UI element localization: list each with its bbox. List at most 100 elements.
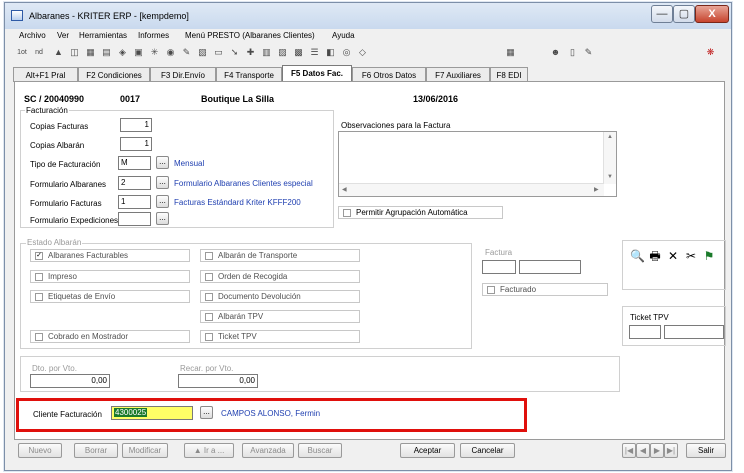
observaciones-hscrollbar[interactable]: ◀ ▶: [339, 183, 604, 196]
albaran-tpv-checkbox[interactable]: Albarán TPV: [200, 310, 360, 323]
ticket-tpv-box[interactable]: [205, 333, 213, 341]
cliente-facturacion-lookup-button[interactable]: ...: [200, 406, 213, 419]
recar-vto-input[interactable]: 0,00: [178, 374, 258, 388]
modificar-button[interactable]: Modificar: [122, 443, 168, 458]
title-bar[interactable]: Albaranes - KRITER ERP - [kempdemo] — ▢ …: [5, 3, 731, 29]
menu-herramientas[interactable]: Herramientas: [79, 31, 127, 40]
salir-button[interactable]: Salir: [686, 443, 726, 458]
albaran-transporte-box[interactable]: [205, 252, 213, 260]
impreso-box[interactable]: [35, 273, 43, 281]
toolbar-icon[interactable]: ✎: [181, 47, 192, 58]
ticket-tpv-checkbox[interactable]: Ticket TPV: [200, 330, 360, 343]
close-button[interactable]: X: [695, 5, 729, 23]
toolbar-nd-label[interactable]: nd: [33, 47, 45, 58]
cancelar-button[interactable]: Cancelar: [460, 443, 515, 458]
facturado-checkbox[interactable]: Facturado: [482, 283, 608, 296]
albaran-tpv-box[interactable]: [205, 313, 213, 321]
avanzada-button[interactable]: Avanzada: [242, 443, 294, 458]
tab-otros-datos[interactable]: F6 Otros Datos: [352, 67, 426, 82]
dto-vto-input[interactable]: 0,00: [30, 374, 110, 388]
prev-record-button[interactable]: ◀: [636, 443, 650, 458]
toolbar-icon[interactable]: ✚: [245, 47, 256, 58]
observaciones-vscrollbar[interactable]: ▲ ▼: [603, 132, 616, 184]
etiquetas-envio-box[interactable]: [35, 293, 43, 301]
tab-auxiliares[interactable]: F7 Auxiliares: [426, 67, 490, 82]
preview-icon[interactable]: 🔍: [630, 249, 645, 263]
toolbar-icon[interactable]: ▩: [293, 47, 304, 58]
cobrado-mostrador-box[interactable]: [35, 333, 43, 341]
ticket-tpv-numero-input[interactable]: [664, 325, 724, 339]
factura-serie-input[interactable]: [482, 260, 516, 274]
toolbar-icon[interactable]: ➘: [229, 47, 240, 58]
cliente-facturacion-input[interactable]: 4300025: [111, 406, 193, 420]
toolbar-icon[interactable]: ◇: [357, 47, 368, 58]
agrupacion-checkbox[interactable]: Permitir Agrupación Automática: [338, 206, 503, 219]
last-record-button[interactable]: ▶|: [664, 443, 678, 458]
documento-devolucion-box[interactable]: [205, 293, 213, 301]
menu-archivo[interactable]: Archivo: [19, 31, 46, 40]
facturado-box[interactable]: [487, 286, 495, 294]
albaranes-facturables-box[interactable]: ✓: [35, 252, 43, 260]
tab-dir-envio[interactable]: F3 Dir.Envío: [150, 67, 216, 82]
toolbar-icon[interactable]: ▣: [133, 47, 144, 58]
toolbar-icon[interactable]: ▯: [567, 47, 578, 58]
bookmark-icon[interactable]: ⚑: [702, 249, 716, 263]
form-expediciones-input[interactable]: [118, 212, 151, 226]
copias-albaran-input[interactable]: 1: [120, 137, 152, 151]
tab-edi[interactable]: F8 EDI: [490, 67, 528, 82]
toolbar-icon[interactable]: ▨: [277, 47, 288, 58]
scissors-icon[interactable]: ✂: [684, 249, 698, 263]
nuevo-button[interactable]: Nuevo: [18, 443, 62, 458]
impreso-checkbox[interactable]: Impreso: [30, 270, 190, 283]
print-icon[interactable]: 🖶: [648, 249, 662, 263]
orden-recogida-checkbox[interactable]: Orden de Recogida: [200, 270, 360, 283]
scroll-right-icon[interactable]: ▶: [594, 186, 599, 193]
toolbar-icon[interactable]: ▭: [213, 47, 224, 58]
toolbar-1ot-label[interactable]: 1ot: [15, 47, 29, 58]
toolbar-icon[interactable]: ▲: [53, 47, 64, 58]
tab-condiciones[interactable]: F2 Condiciones: [78, 67, 150, 82]
tab-datos-fac[interactable]: F5 Datos Fac.: [282, 65, 352, 82]
menu-ayuda[interactable]: Ayuda: [332, 31, 355, 40]
delete-icon[interactable]: ✕: [666, 249, 680, 263]
tab-transporte[interactable]: F4 Transporte: [216, 67, 282, 82]
documento-devolucion-checkbox[interactable]: Documento Devolución: [200, 290, 360, 303]
form-albaranes-input[interactable]: 2: [118, 176, 151, 190]
menu-ver[interactable]: Ver: [57, 31, 69, 40]
toolbar-icon[interactable]: ◈: [117, 47, 128, 58]
ir-a-button[interactable]: ▲ Ir a ...: [184, 443, 234, 458]
toolbar-icon[interactable]: ◫: [69, 47, 80, 58]
cobrado-mostrador-checkbox[interactable]: Cobrado en Mostrador: [30, 330, 190, 343]
restore-button[interactable]: ▢: [673, 5, 695, 23]
form-facturas-input[interactable]: 1: [118, 195, 151, 209]
observaciones-textarea[interactable]: ▲ ▼ ◀ ▶: [338, 131, 617, 197]
toolbar-icon[interactable]: ▦: [85, 47, 96, 58]
toolbar-icon[interactable]: ❋: [705, 47, 716, 58]
toolbar-icon[interactable]: ◎: [341, 47, 352, 58]
form-albaranes-lookup-button[interactable]: ...: [156, 176, 169, 189]
menu-informes[interactable]: Informes: [138, 31, 169, 40]
scroll-up-icon[interactable]: ▲: [607, 134, 613, 140]
form-facturas-lookup-button[interactable]: ...: [156, 195, 169, 208]
form-expediciones-lookup-button[interactable]: ...: [156, 212, 169, 225]
orden-recogida-box[interactable]: [205, 273, 213, 281]
scroll-down-icon[interactable]: ▼: [607, 174, 613, 180]
first-record-button[interactable]: |◀: [622, 443, 636, 458]
borrar-button[interactable]: Borrar: [74, 443, 118, 458]
toolbar-icon[interactable]: ▥: [261, 47, 272, 58]
scroll-left-icon[interactable]: ◀: [342, 186, 347, 193]
toolbar-icon[interactable]: ☻: [550, 47, 561, 58]
tab-pral[interactable]: Alt+F1 Pral: [13, 67, 78, 82]
toolbar-icon[interactable]: ▦: [505, 47, 516, 58]
toolbar-icon[interactable]: ◧: [325, 47, 336, 58]
agrupacion-checkbox-box[interactable]: [343, 209, 351, 217]
toolbar-icon[interactable]: ✎: [583, 47, 594, 58]
etiquetas-envio-checkbox[interactable]: Etiquetas de Envío: [30, 290, 190, 303]
toolbar-icon[interactable]: ✳: [149, 47, 160, 58]
factura-numero-input[interactable]: [519, 260, 581, 274]
ticket-tpv-serie-input[interactable]: [629, 325, 661, 339]
albaran-transporte-checkbox[interactable]: Albarán de Transporte: [200, 249, 360, 262]
buscar-button[interactable]: Buscar: [298, 443, 342, 458]
next-record-button[interactable]: ▶: [650, 443, 664, 458]
toolbar-icon[interactable]: ▧: [197, 47, 208, 58]
